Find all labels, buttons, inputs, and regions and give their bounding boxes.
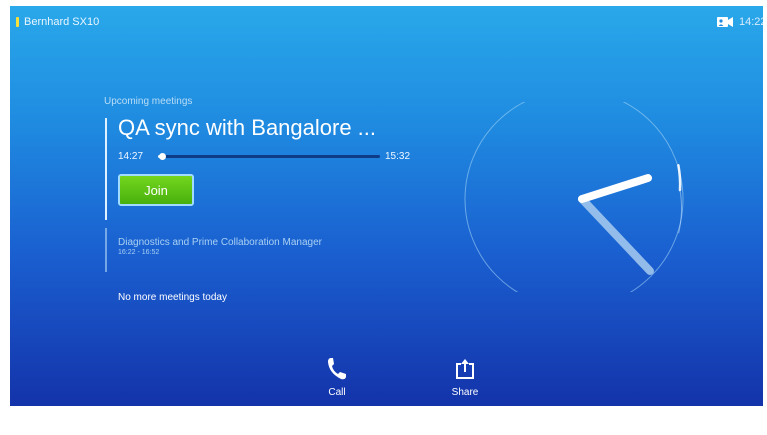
status-indicator [16,17,19,27]
call-button[interactable]: Call [307,357,367,401]
meeting-progress-knob [159,153,167,160]
next-meeting-title[interactable]: Diagnostics and Prime Collaboration Mana… [118,237,322,248]
meeting-start-time: 14:27 [118,151,144,162]
device-name: Bernhard SX10 [24,16,100,28]
analog-clock [464,102,684,292]
phone-icon [328,358,346,380]
header-time: 14:22 [739,16,763,28]
meeting-progress-bar [158,153,380,160]
share-icon [456,359,474,379]
camera-icon[interactable] [717,17,733,27]
home-screen: Bernhard SX10 14:22 Upcoming meetings QA… [10,6,763,406]
meeting-accent-bar [105,118,107,220]
join-button[interactable]: Join [118,174,194,206]
clock-hour-hand [578,195,654,275]
share-label: Share [451,387,479,398]
top-bar: Bernhard SX10 14:22 [10,6,763,38]
meeting-title: QA sync with Bangalore ... [118,115,377,140]
next-meeting-time: 16:22 - 16:52 [118,249,160,256]
upcoming-meetings-label: Upcoming meetings [104,96,193,107]
next-meeting-accent-bar [105,228,107,272]
clock-progress-arc [677,164,682,192]
clock-face [464,102,684,292]
meeting-end-time: 15:32 [385,151,411,162]
clock-minute-hand [578,174,652,203]
call-label: Call [328,387,346,398]
no-more-meetings-label: No more meetings today [118,292,227,303]
share-button[interactable]: Share [435,357,495,401]
